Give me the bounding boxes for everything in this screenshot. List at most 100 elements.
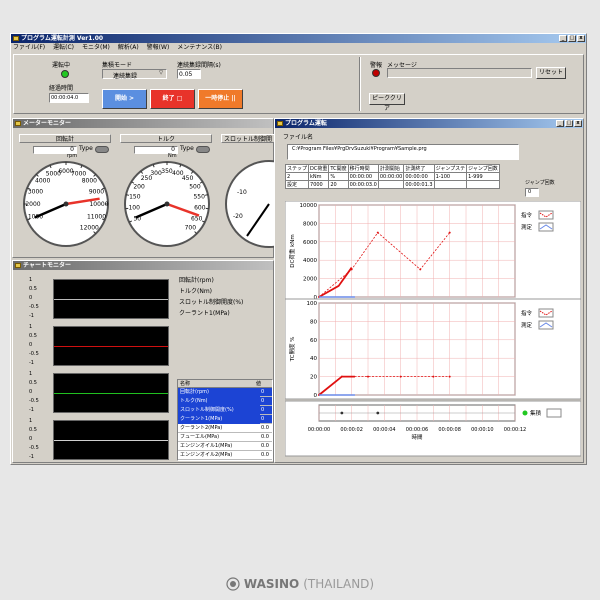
- legend-command-swatch: [538, 308, 554, 318]
- file-label: ファイル名: [283, 134, 314, 141]
- running-label: 運転中: [52, 62, 71, 69]
- legend-measured-swatch: [538, 320, 554, 330]
- row-label: 設定: [284, 180, 310, 189]
- footer-brand: WASINO (THAILAND): [0, 572, 600, 596]
- measure-end-header: 計測終了: [403, 164, 435, 173]
- list-item[interactable]: エンジンオイル1(MPa): [178, 442, 260, 451]
- program-title-bar: プログラム運転 _ □ x: [275, 119, 583, 128]
- minimize-button[interactable]: _: [559, 35, 567, 42]
- table-cell[interactable]: [377, 180, 405, 189]
- table-row[interactable]: 設定 7000 20 00:00:03.0 00:00:01.3: [284, 180, 500, 189]
- list-item[interactable]: ベンチ室差圧(MPa): [178, 460, 260, 461]
- step-header: ステップ: [284, 164, 310, 173]
- collect-swatch: [546, 408, 562, 418]
- app-icon: [13, 36, 19, 41]
- table-cell: 00:00:00: [403, 172, 435, 181]
- list-item[interactable]: フューエル(MPa): [178, 433, 260, 442]
- command-point: [367, 375, 369, 378]
- legend-measured: 測定: [521, 223, 533, 231]
- stop-button[interactable]: 終了 □: [150, 89, 195, 109]
- program-maximize-button[interactable]: □: [565, 120, 573, 127]
- list-item-value: 0: [260, 406, 272, 415]
- gauge-name-torque: トルク: [156, 136, 175, 143]
- peak-clear-button[interactable]: ピーククリア: [369, 93, 405, 112]
- strip-chart: 1 0.5 0 -0.5 -1: [13, 324, 173, 368]
- meter-monitor-window: メーターモニター 回転計 トルク スロットル制御開 0 Type rpm 0 T…: [12, 118, 275, 258]
- chart-monitor-title-bar: チャートモニター: [13, 261, 273, 270]
- gauge-tick-label: 600: [194, 205, 206, 212]
- value-table-values: 00000.00.00.00.00.0: [260, 388, 272, 460]
- channel-item: クーラント1(MPa): [179, 310, 230, 317]
- interval-input[interactable]: 0.05: [177, 69, 201, 79]
- mode-label: 集積モード: [102, 62, 133, 69]
- strip-tick-label: -1: [29, 360, 34, 366]
- meter-icon: [15, 121, 21, 126]
- y-axis-label: TC開度 %: [288, 337, 296, 363]
- rpm-type-toggle[interactable]: [95, 146, 109, 153]
- close-button[interactable]: x: [577, 35, 585, 42]
- table-cell[interactable]: 00:00:03.0: [347, 180, 379, 189]
- reset-button[interactable]: リセット: [536, 67, 566, 79]
- torque-gauge-dial: 50100150200250300 350 40045050055060065070…: [124, 161, 210, 247]
- command-point: [432, 375, 435, 378]
- y-tick-label: 4000: [303, 258, 317, 264]
- table-row: ステップ DC荷重 TC開度 移行時間 計測開始 計測終了 ジャンプステ ジャン…: [284, 164, 500, 173]
- program-close-button[interactable]: x: [574, 120, 582, 127]
- list-item[interactable]: スロットル制御開度(%): [178, 406, 260, 415]
- collect-marker: [340, 411, 344, 415]
- table-cell[interactable]: 7000: [308, 180, 330, 189]
- table-cell[interactable]: [433, 180, 468, 189]
- gauge-tick-label: 200: [133, 183, 145, 190]
- strip-tick-label: -1: [29, 454, 34, 460]
- list-item[interactable]: トルク(Nm): [178, 397, 260, 406]
- jump-count-header: ジャンプ回数: [466, 164, 500, 173]
- program-minimize-button[interactable]: _: [556, 120, 564, 127]
- table-cell[interactable]: 00:00:01.3: [403, 180, 435, 189]
- table-row: 2 kNm % 00:00:00 00:00:00 00:00:00 1-100…: [284, 172, 500, 181]
- torque-type-label: Type: [180, 145, 194, 152]
- table-cell[interactable]: [466, 180, 500, 189]
- file-path-field[interactable]: C:¥Program Files¥PrgDrvSuzuki¥Program¥Sa…: [287, 144, 519, 160]
- throttle-dial-face: [225, 160, 275, 248]
- table-cell[interactable]: 20: [328, 180, 349, 189]
- start-button[interactable]: 開始 >: [102, 89, 147, 109]
- rpm-type-label: Type: [79, 145, 93, 152]
- gauge-tick-label: 4000: [35, 178, 50, 185]
- menu-run[interactable]: 運転(C): [53, 43, 74, 52]
- list-item[interactable]: クーラント1(MPa): [178, 415, 260, 424]
- x-tick-label: 00:00:10: [471, 427, 493, 433]
- program-title: プログラム運転: [285, 120, 327, 127]
- torque-type-toggle[interactable]: [196, 146, 210, 153]
- table-cell: 00:00:00: [347, 172, 379, 181]
- mode-select[interactable]: 連続集録 ▽: [102, 69, 167, 80]
- strip-chart-plot: [53, 326, 169, 366]
- pause-button[interactable]: 一時停止 ||: [198, 89, 243, 109]
- table-header-value: 値: [256, 381, 262, 387]
- strip-tick-label: 1: [29, 418, 33, 424]
- strip-tick-label: 1: [29, 371, 33, 377]
- maximize-button[interactable]: □: [568, 35, 576, 42]
- menu-analysis[interactable]: 解析(A): [118, 43, 139, 52]
- menu-alarm[interactable]: 警報(W): [147, 43, 170, 52]
- menu-maintenance[interactable]: メンテナンス(B): [177, 43, 222, 52]
- gauge-title-rpm: 回転計: [19, 134, 111, 143]
- control-panel: 運転中 集積モード 連続集録 ▽ 連続集録間隔(s) 0.05 経過時間 00:…: [13, 54, 584, 114]
- menu-monitor[interactable]: モニタ(M): [82, 43, 110, 52]
- y-tick-label: 6000: [303, 240, 317, 246]
- throttle-tick-label: -10: [237, 189, 247, 196]
- x-tick-label: 00:00:06: [406, 427, 428, 433]
- strip-tick-label: -0.5: [29, 351, 39, 357]
- strip-tick-label: -0.5: [29, 398, 39, 404]
- gauge-tick-label: 12000: [80, 224, 99, 231]
- gauge-tick-label: 10000: [89, 201, 108, 208]
- menu-file[interactable]: ファイル(F): [13, 43, 45, 52]
- strip-tick-label: 0: [29, 389, 33, 395]
- list-item[interactable]: クーラント2(MPa): [178, 424, 260, 433]
- command-point: [448, 375, 451, 378]
- strip-tick-label: -1: [29, 407, 34, 413]
- legend-command-swatch: [538, 210, 554, 220]
- list-item[interactable]: 回転計(rpm): [178, 388, 260, 397]
- list-item[interactable]: エンジンオイル2(MPa): [178, 451, 260, 460]
- strip-tick-label: 0.5: [29, 286, 37, 292]
- program-plots: 0200040006000800010000DC荷重 kNm指令測定020406…: [285, 201, 581, 457]
